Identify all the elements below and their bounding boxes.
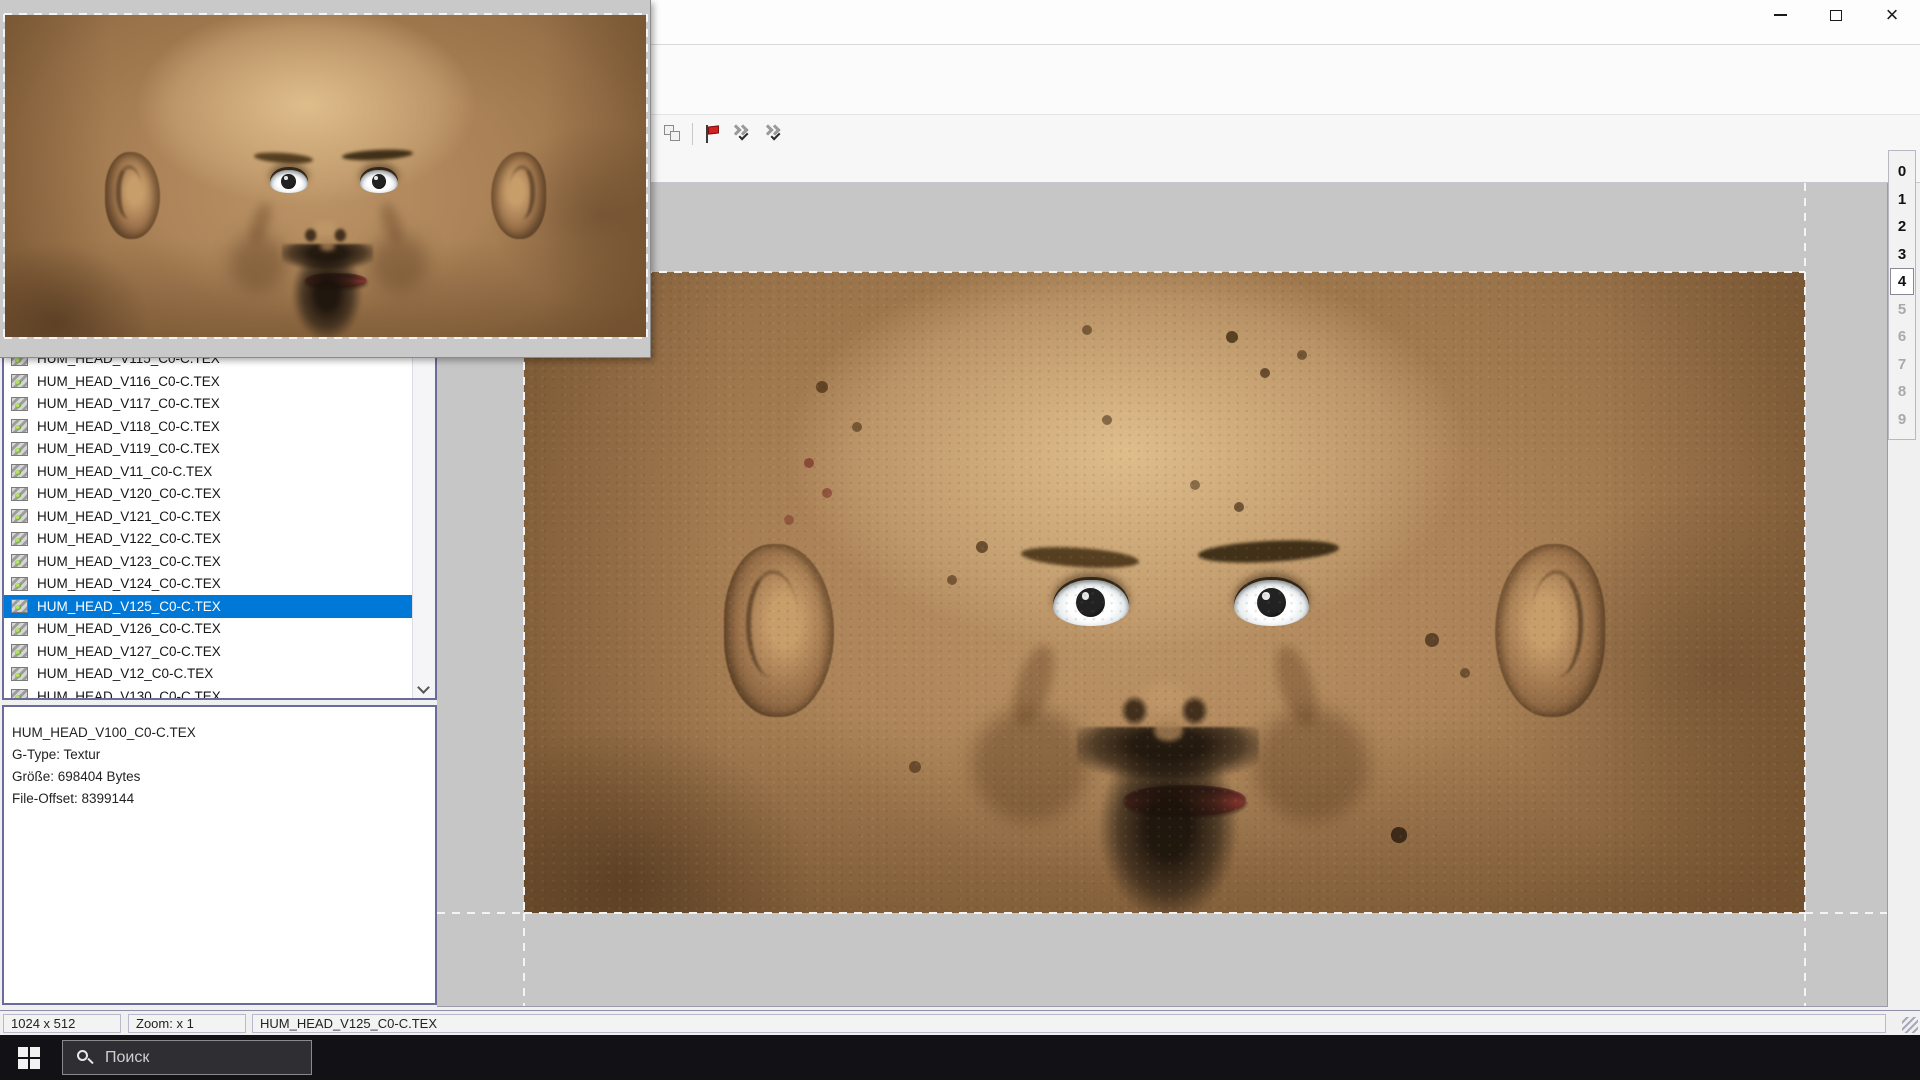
list-item[interactable]: HUM_HEAD_V118_C0-C.TEX — [4, 415, 412, 438]
selection-border-bottom — [524, 912, 1805, 914]
texture-file-icon — [11, 532, 28, 546]
mip-level-5: 5 — [1890, 296, 1914, 323]
preview-border-bottom — [4, 337, 647, 339]
texture-noise — [524, 272, 1805, 913]
texture-file-icon — [11, 397, 28, 411]
mip-level-2[interactable]: 2 — [1890, 213, 1914, 240]
stubble-left — [229, 234, 287, 292]
list-item[interactable]: HUM_HEAD_V127_C0-C.TEX — [4, 640, 412, 663]
toolbar-stack-icon[interactable] — [664, 125, 682, 143]
maximize-button[interactable] — [1808, 0, 1864, 30]
search-placeholder: Поиск — [105, 1049, 149, 1067]
list-item[interactable]: HUM_HEAD_V123_C0-C.TEX — [4, 550, 412, 573]
preview-border-left — [3, 14, 5, 338]
list-item[interactable]: HUM_HEAD_V130_C0-C.TEX — [4, 685, 412, 700]
selection-border-top — [524, 271, 1805, 273]
texture-file-list[interactable]: HUM_HEAD_V115_C0-C.TEX HUM_HEAD_V116_C0-… — [2, 345, 437, 700]
stubble-right — [370, 234, 428, 292]
info-size: Größe: 698404 Bytes — [12, 769, 140, 784]
texture-file-icon — [11, 442, 28, 456]
list-item[interactable]: HUM_HEAD_V11_C0-C.TEX — [4, 460, 412, 483]
close-icon: × — [1886, 5, 1899, 25]
left-ear — [105, 152, 160, 239]
info-gtype: G-Type: Textur — [12, 747, 100, 762]
window-controls: × — [1752, 0, 1920, 30]
preview-border-right — [646, 14, 648, 338]
texture-file-icon — [11, 577, 28, 591]
texture-file-icon — [11, 644, 28, 658]
texture-file-icon — [11, 622, 28, 636]
texture-file-icon — [11, 599, 28, 613]
texture-file-icon — [11, 419, 28, 433]
texture-file-icon — [11, 464, 28, 478]
status-filename: HUM_HEAD_V125_C0-C.TEX — [252, 1014, 1886, 1033]
goatee — [284, 253, 370, 337]
scroll-down-arrow-icon[interactable] — [417, 681, 430, 694]
toolbar-chevron-cross-icon[interactable] — [763, 124, 785, 144]
mip-level-3[interactable]: 3 — [1890, 241, 1914, 268]
list-item[interactable]: HUM_HEAD_V117_C0-C.TEX — [4, 393, 412, 416]
texture-file-icon — [11, 554, 28, 568]
preview-border-top — [4, 13, 647, 15]
texture-file-icon — [11, 509, 28, 523]
face-texture-preview — [5, 15, 646, 337]
texture-image-preview — [5, 15, 646, 337]
right-ear — [491, 152, 546, 239]
texture-file-icon — [11, 689, 28, 700]
mip-level-9: 9 — [1890, 406, 1914, 433]
list-item[interactable]: HUM_HEAD_V126_C0-C.TEX — [4, 618, 412, 641]
statusbar: 1024 x 512 Zoom: x 1 HUM_HEAD_V125_C0-C.… — [0, 1010, 1920, 1035]
guide-line-top-right — [1804, 183, 1806, 272]
left-eye — [270, 170, 308, 193]
texture-image-main — [524, 272, 1805, 913]
mip-level-8: 8 — [1890, 378, 1914, 405]
resize-grip[interactable] — [1902, 1017, 1918, 1033]
search-icon — [77, 1050, 93, 1066]
texture-file-icon — [11, 374, 28, 388]
list-item[interactable]: HUM_HEAD_V124_C0-C.TEX — [4, 573, 412, 596]
texture-info-panel: HUM_HEAD_V100_C0-C.TEX G-Type: Textur Gr… — [2, 705, 437, 1005]
list-item[interactable]: HUM_HEAD_V121_C0-C.TEX — [4, 505, 412, 528]
toolbar-separator — [692, 123, 693, 145]
texture-preview-window[interactable] — [0, 0, 651, 358]
texture-file-icon — [11, 487, 28, 501]
minimize-button[interactable] — [1752, 0, 1808, 30]
face-texture — [524, 272, 1805, 913]
list-item[interactable]: HUM_HEAD_V119_C0-C.TEX — [4, 438, 412, 461]
mip-level-0[interactable]: 0 — [1890, 158, 1914, 185]
windows-logo-icon — [18, 1047, 40, 1069]
toolbar-red-flag-icon[interactable] — [703, 124, 721, 144]
toolbar-chevron-check-icon[interactable] — [731, 124, 753, 144]
list-item[interactable]: HUM_HEAD_V120_C0-C.TEX — [4, 483, 412, 506]
guide-line-bottom-left-v — [523, 913, 525, 1007]
selection-border-left — [523, 272, 525, 913]
list-item[interactable]: HUM_HEAD_V12_C0-C.TEX — [4, 663, 412, 686]
texture-file-icon — [11, 667, 28, 681]
info-offset: File-Offset: 8399144 — [12, 791, 134, 806]
list-item-selected[interactable]: HUM_HEAD_V125_C0-C.TEX — [4, 595, 412, 618]
list-item[interactable]: HUM_HEAD_V116_C0-C.TEX — [4, 370, 412, 393]
maximize-icon — [1830, 10, 1842, 21]
mip-level-1[interactable]: 1 — [1890, 186, 1914, 213]
status-dimensions: 1024 x 512 — [3, 1014, 121, 1033]
right-eye — [360, 170, 398, 193]
mip-level-4-active[interactable]: 4 — [1890, 268, 1914, 295]
mip-level-6: 6 — [1890, 323, 1914, 350]
minimize-icon — [1774, 14, 1787, 16]
start-button[interactable] — [0, 1035, 58, 1080]
info-filename: HUM_HEAD_V100_C0-C.TEX — [12, 725, 196, 740]
status-zoom: Zoom: x 1 — [128, 1014, 246, 1033]
list-item[interactable]: HUM_HEAD_V122_C0-C.TEX — [4, 528, 412, 551]
guide-line-bottom-left-h — [437, 912, 524, 914]
screen: × — [0, 0, 1920, 1080]
mip-level-7: 7 — [1890, 351, 1914, 378]
list-scrollbar[interactable] — [412, 347, 435, 698]
guide-line-bottom-right-v — [1804, 913, 1806, 1007]
close-button[interactable]: × — [1864, 0, 1920, 30]
guide-line-bottom-right-h — [1805, 912, 1888, 914]
taskbar: Поиск L e 1 — [0, 1035, 1920, 1080]
selection-border-right — [1804, 272, 1806, 913]
taskbar-search-input[interactable]: Поиск — [62, 1040, 312, 1075]
texture-canvas[interactable] — [437, 183, 1888, 1007]
